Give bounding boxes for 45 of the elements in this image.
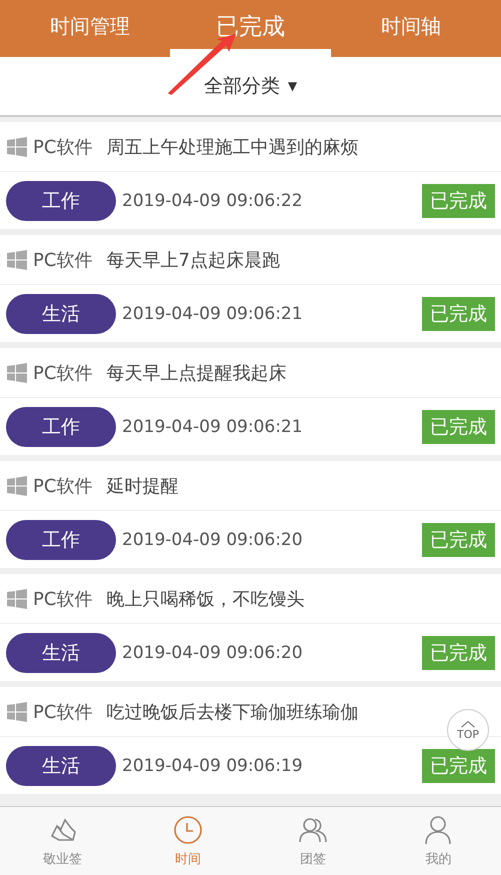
windows-icon <box>7 250 27 270</box>
nav-item[interactable]: 我的 <box>376 807 501 875</box>
task-title: 延时提醒 <box>106 474 178 498</box>
task-time: 2019-04-09 09:06:20 <box>122 530 304 550</box>
task-time: 2019-04-09 09:06:21 <box>122 416 304 436</box>
task-time: 2019-04-09 09:06:21 <box>122 304 304 324</box>
status-badge: 已完成 <box>422 296 495 330</box>
nav-item[interactable]: 团签 <box>250 807 376 875</box>
status-badge: 已完成 <box>422 636 495 670</box>
source-label: PC软件 <box>33 248 92 272</box>
status-badge: 已完成 <box>422 748 495 782</box>
status-badge: 已完成 <box>422 410 495 444</box>
source-label: PC软件 <box>33 136 92 158</box>
chevron-up-icon <box>460 720 476 728</box>
task-title: 每天早上7点起床晨跑 <box>106 248 280 272</box>
category-tag: 工作 <box>6 180 116 220</box>
category-dropdown[interactable]: 全部分类 ▼ <box>204 73 298 99</box>
task-title: 每天早上点提醒我起床 <box>106 362 286 384</box>
source-label: PC软件 <box>33 588 92 610</box>
category-tag: 生活 <box>6 294 116 334</box>
task-title: 吃过晚饭后去楼下瑜伽班练瑜伽 <box>106 700 358 724</box>
windows-icon <box>7 702 27 722</box>
windows-icon <box>7 136 27 156</box>
task-time: 2019-04-09 09:06:19 <box>122 756 304 776</box>
category-tag: 工作 <box>6 406 116 446</box>
category-tag: 生活 <box>6 746 116 786</box>
tab[interactable]: 时间管理 <box>10 0 170 57</box>
clock-icon <box>172 814 204 846</box>
status-badge: 已完成 <box>422 522 495 556</box>
windows-icon <box>7 588 27 608</box>
task-title: 晚上只喝稀饭，不吃馒头 <box>106 588 304 610</box>
source-label: PC软件 <box>33 362 92 384</box>
tab[interactable]: 时间轴 <box>330 0 491 57</box>
task-title: 周五上午处理施工中遇到的麻烦 <box>106 136 358 158</box>
source-label: PC软件 <box>33 700 92 724</box>
category-tag: 生活 <box>6 632 116 672</box>
source-label: PC软件 <box>33 474 92 498</box>
status-badge: 已完成 <box>422 184 495 218</box>
nav-item[interactable]: 时间 <box>125 807 250 875</box>
windows-icon <box>7 362 27 382</box>
category-tag: 工作 <box>6 520 116 560</box>
task-time: 2019-04-09 09:06:20 <box>122 642 304 662</box>
nav-item[interactable]: 敬业签 <box>0 807 126 875</box>
task-time: 2019-04-09 09:06:22 <box>122 190 304 210</box>
windows-icon <box>7 476 27 496</box>
